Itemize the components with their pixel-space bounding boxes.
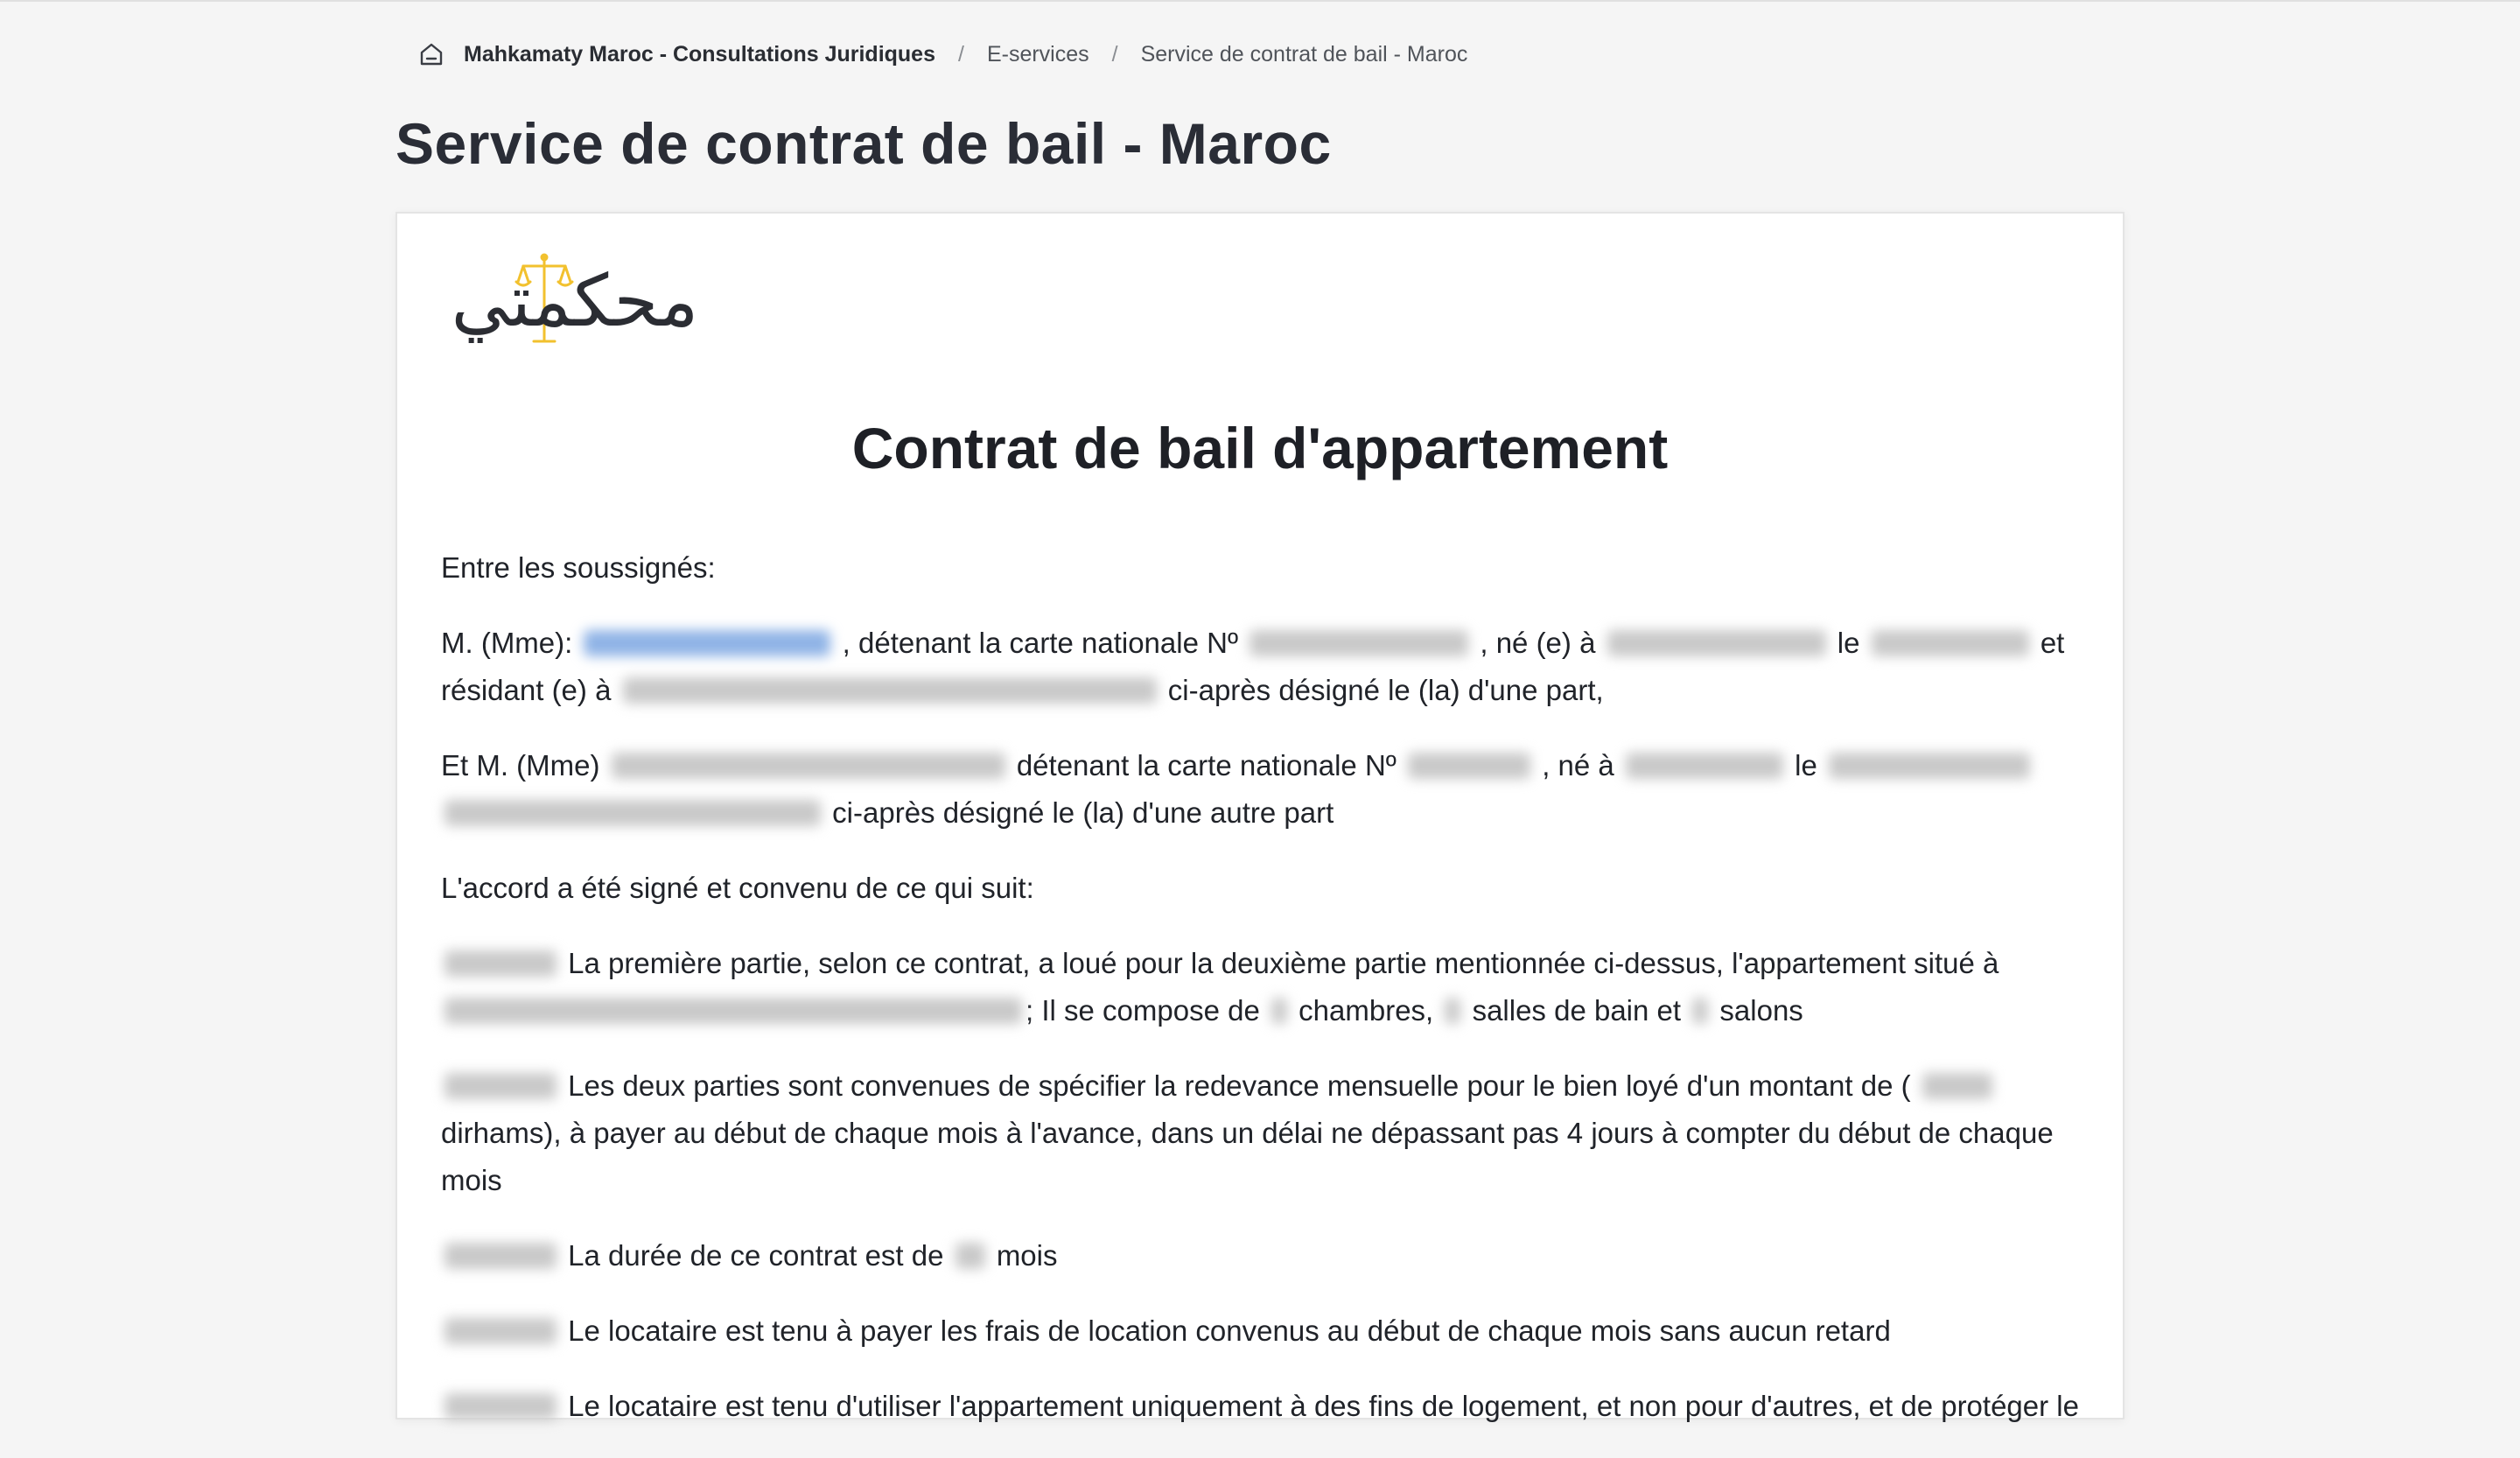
party1-le-text: le <box>1837 627 1860 659</box>
redacted-field <box>444 998 1022 1024</box>
redacted-field <box>1445 998 1461 1024</box>
clause-1: La première partie, selon ce contrat, a … <box>441 940 2086 1034</box>
clause-3: La durée de ce contrat est de mois <box>441 1232 2086 1279</box>
party1-born-text: , né (e) à <box>1480 627 1596 659</box>
clause1-baths: salles de bain et <box>1472 994 1682 1027</box>
party1-prefix: M. (Mme): <box>441 627 573 659</box>
party1-resident-text: résidant (e) à <box>441 674 612 706</box>
clause1-rooms: chambres, <box>1298 994 1434 1027</box>
clause-2: Les deux parties sont convenues de spéci… <box>441 1062 2086 1204</box>
clause-number <box>444 950 556 977</box>
party2-prefix: Et M. (Mme) <box>441 749 600 782</box>
clause2-text: Les deux parties sont convenues de spéci… <box>568 1069 1911 1102</box>
clause-5: Le locataire est tenu d'utiliser l'appar… <box>441 1383 2086 1430</box>
agreement-paragraph: L'accord a été signé et convenu de ce qu… <box>441 865 2086 912</box>
page-title: Service de contrat de bail - Maroc <box>396 111 1332 176</box>
clause-4: Le locataire est tenu à payer les frais … <box>441 1307 2086 1355</box>
mahkamaty-logo: محكمتي <box>439 252 710 348</box>
redacted-field <box>1828 753 2030 779</box>
svg-text:محكمتي: محكمتي <box>452 260 699 343</box>
contract-card: محكمتي Contrat de bail d'appartement Ent… <box>396 212 2124 1422</box>
redacted-field <box>1922 1073 1992 1099</box>
redacted-field <box>622 677 1157 704</box>
party2-designation: ci-après désigné le (la) d'une autre par… <box>832 796 1334 829</box>
redacted-field <box>1625 753 1783 779</box>
clause-number <box>444 1318 556 1344</box>
clause-number <box>444 1393 556 1419</box>
breadcrumb-current: Service de contrat de bail - Maroc <box>1140 41 1468 67</box>
redacted-field <box>1606 630 1826 656</box>
intro-paragraph: Entre les soussignés: <box>441 544 2086 592</box>
clause-number <box>444 1243 556 1269</box>
party1-designation: ci-après désigné le (la) d'une part, <box>1167 674 1604 706</box>
document-body: Entre les soussignés: M. (Mme): , détena… <box>441 544 2086 1458</box>
redacted-field <box>1250 630 1469 656</box>
redacted-field <box>611 753 1005 779</box>
breadcrumb-eservices-link[interactable]: E-services <box>987 42 1089 67</box>
breadcrumb: Mahkamaty Maroc - Consultations Juridiqu… <box>418 37 1467 72</box>
redacted-field <box>444 800 821 826</box>
agreement-text: L'accord a été signé et convenu de ce qu… <box>441 872 1034 904</box>
document-title: Contrat de bail d'appartement <box>851 416 1669 480</box>
clause5-text: Le locataire est tenu d'utiliser l'appar… <box>568 1390 2079 1422</box>
clause4-text: Le locataire est tenu à payer les frais … <box>568 1314 1891 1347</box>
clause3-unit: mois <box>996 1239 1058 1272</box>
intro-text: Entre les soussignés: <box>441 551 716 584</box>
clause1-composed: ; Il se compose de <box>1026 994 1260 1027</box>
party2-id-text: détenant la carte nationale Nº <box>1016 749 1396 782</box>
redacted-field <box>584 630 831 656</box>
party1-paragraph: M. (Mme): , détenant la carte nationale … <box>441 620 2086 714</box>
redacted-field <box>1408 753 1531 779</box>
clause1-salons: salons <box>1719 994 1803 1027</box>
party2-paragraph: Et M. (Mme) détenant la carte nationale … <box>441 742 2086 837</box>
party1-id-text: , détenant la carte nationale Nº <box>842 627 1239 659</box>
party2-le-text: le <box>1795 749 1817 782</box>
party2-born-text: , né à <box>1542 749 1614 782</box>
clause1-text: La première partie, selon ce contrat, a … <box>568 947 1999 979</box>
redacted-field <box>1270 998 1287 1024</box>
breadcrumb-site-link[interactable]: Mahkamaty Maroc - Consultations Juridiqu… <box>464 42 935 67</box>
redacted-field <box>955 1243 985 1269</box>
party1-et-text: et <box>2040 627 2065 659</box>
clause2-rest: dirhams), à payer au début de chaque moi… <box>441 1117 2054 1196</box>
clause-number <box>444 1073 556 1099</box>
breadcrumb-separator: / <box>958 41 964 67</box>
home-icon[interactable] <box>418 41 444 67</box>
breadcrumb-separator: / <box>1111 41 1118 67</box>
redacted-field <box>1692 998 1709 1024</box>
clause3-text: La durée de ce contrat est de <box>568 1239 944 1272</box>
redacted-field <box>1871 630 2029 656</box>
